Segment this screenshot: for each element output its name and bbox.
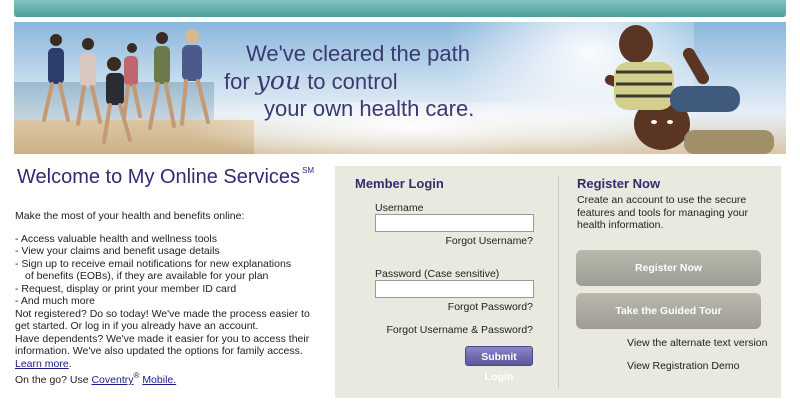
- top-accent-bar: [14, 0, 786, 17]
- mobile-text: On the go? Use Coventry® Mobile.: [15, 370, 325, 387]
- tagline-line-3: your own health care.: [264, 96, 475, 121]
- dependents-body: Have dependents? We've made it easier fo…: [15, 332, 310, 358]
- father-son-image: [604, 25, 774, 154]
- tagline-you: you: [255, 66, 302, 95]
- username-field-box: [375, 214, 534, 232]
- list-item: - And much more: [15, 295, 95, 307]
- tagline-line-2: for you to control: [224, 67, 494, 95]
- coventry-link[interactable]: Coventry: [91, 374, 133, 386]
- running-family-image: [42, 29, 210, 144]
- mobile-link[interactable]: Mobile.: [142, 374, 176, 386]
- guided-tour-button[interactable]: Take the Guided Tour: [576, 293, 761, 329]
- forgot-password-link[interactable]: Forgot Password?: [448, 301, 533, 313]
- member-login-title: Member Login: [355, 176, 444, 191]
- tagline-line-1: We've cleared the path: [246, 41, 470, 66]
- mobile-prefix: On the go? Use: [15, 374, 92, 386]
- panel-divider: [558, 176, 559, 388]
- banner-tagline: We've cleared the path for you to contro…: [224, 40, 494, 122]
- list-item: - Access valuable health and wellness to…: [15, 232, 217, 245]
- page-title: Welcome to My Online Services SM: [17, 166, 314, 189]
- password-field-box: [375, 280, 534, 298]
- register-now-button[interactable]: Register Now: [576, 250, 761, 286]
- benefits-list: - Access valuable health and wellness to…: [15, 233, 325, 308]
- list-item: - Sign up to receive email notifications…: [15, 257, 292, 270]
- forgot-username-link[interactable]: Forgot Username?: [445, 235, 533, 247]
- password-label: Password (Case sensitive): [375, 268, 500, 280]
- intro-text: Make the most of your health and benefit…: [15, 210, 245, 222]
- registered-mark: ®: [133, 371, 140, 380]
- username-label: Username: [375, 202, 424, 214]
- hero-banner: We've cleared the path for you to contro…: [14, 22, 786, 154]
- list-item: - Request, display or print your member …: [15, 282, 237, 295]
- submit-login-button[interactable]: Submit Login: [465, 346, 533, 383]
- service-mark: SM: [302, 166, 315, 175]
- alternate-text-link[interactable]: View the alternate text version: [627, 337, 767, 349]
- dependents-text: Have dependents? We've made it easier fo…: [15, 333, 325, 371]
- tagline-to-control: to control: [301, 69, 398, 94]
- registration-demo-link[interactable]: View Registration Demo: [627, 360, 739, 372]
- password-field[interactable]: [376, 281, 533, 298]
- tagline-for: for: [224, 69, 256, 94]
- forgot-username-password-link[interactable]: Forgot Username & Password?: [387, 324, 533, 336]
- not-registered-text: Not registered? Do so today! We've made …: [15, 307, 310, 333]
- username-field[interactable]: [376, 215, 533, 232]
- register-description: Create an account to use the secure feat…: [577, 194, 749, 231]
- list-item: of benefits (EOBs), if they are availabl…: [25, 270, 269, 282]
- intro-section: Make the most of your health and benefit…: [15, 210, 325, 387]
- login-register-panel: Member Login Username Forgot Username? P…: [335, 166, 781, 398]
- learn-more-link[interactable]: Learn more: [15, 358, 69, 370]
- register-now-title: Register Now: [577, 176, 661, 191]
- dependents-end: .: [68, 357, 72, 370]
- list-item: - View your claims and benefit usage det…: [15, 245, 220, 257]
- page-title-text: Welcome to My Online Services: [17, 166, 301, 188]
